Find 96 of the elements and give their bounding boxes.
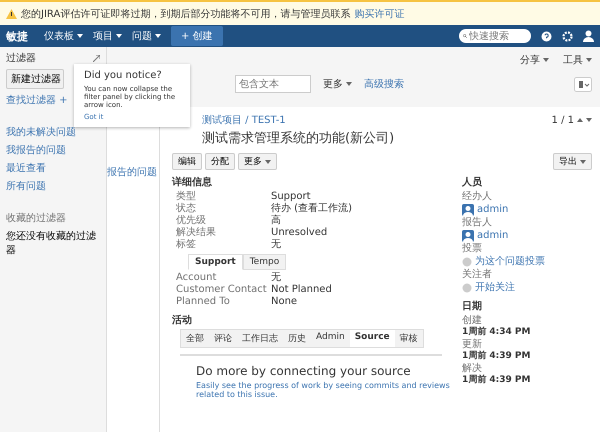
field-label: 经办人 [462,191,493,203]
app-logo[interactable]: 敏捷 [6,28,28,44]
filter-link[interactable]: 所有问题 [6,179,100,193]
breadcrumb-link[interactable]: 测试项目 / TEST-1 [202,113,286,127]
favorites-empty-text: 您还没有收藏的过滤器 [6,230,97,257]
create-button[interactable]: + 创建 [171,26,223,46]
activity-tab[interactable]: 审核 [394,330,423,347]
issue-list-link[interactable]: 报告的问题 [107,165,159,179]
vote-link[interactable]: 为这个问题投票 [475,256,545,268]
advanced-search-link[interactable]: 高级搜索 [364,77,404,91]
settings-icon[interactable] [562,30,573,42]
field-label: 创建 [462,315,483,326]
caret-icon [116,34,122,38]
edit-button[interactable]: 编辑 [172,153,202,170]
circle-icon [462,257,472,267]
field-value: 高 [271,215,282,227]
activity-tab[interactable]: 历史 [283,330,311,347]
field-label: 报告人 [462,217,493,229]
activity-tab[interactable]: 全部 [181,330,209,347]
previous-icon[interactable] [577,118,583,122]
section-title: 日期 [462,300,483,313]
activity-tab[interactable]: Admin [311,330,350,347]
assign-button[interactable]: 分配 [205,153,235,170]
quick-search-field[interactable]: 快速搜索 [459,29,531,43]
field-value: Support [271,191,312,202]
layout-button[interactable] [574,76,592,92]
export-button[interactable]: 导出 [553,153,592,170]
field-label: 类型 [176,191,197,202]
field-value: Unresolved [271,227,328,239]
popup-title: Did you notice? [84,70,163,81]
more-menu[interactable]: 更多 [323,77,352,91]
user-avatar-icon [462,230,474,242]
search-icon [463,32,467,40]
watch-link[interactable]: 开始关注 [475,282,515,294]
share-menu[interactable]: 分享 [520,53,549,67]
date-value: 1周前 4:39 PM [462,375,532,386]
field-label: 优先级 [176,215,207,226]
caret-icon [586,118,592,122]
activity-tab[interactable]: 评论 [209,330,237,347]
filter-link[interactable]: 我报告的问题 [6,143,100,157]
section-title: 人员 [462,176,483,189]
caret-icon [265,160,271,164]
issue-title: 测试需求管理系统的功能(新公司) [202,130,396,147]
field-label: 投票 [462,243,483,255]
assignee-link[interactable]: admin [477,204,508,216]
field-label: 解决结果 [176,227,217,238]
more-button[interactable]: 更多 [238,153,277,170]
help-icon[interactable] [541,30,552,42]
caret-icon [346,82,352,86]
circle-icon [462,283,472,293]
activity-tab[interactable]: 工作日志 [237,330,283,347]
field-tab[interactable]: Tempo [242,254,286,270]
caret-icon [543,58,549,62]
connect-heading: Do more by connecting your source [196,364,412,378]
favorites-title: 收藏的过滤器 [6,212,67,225]
field-label: Planned To [176,296,231,308]
filter-link[interactable]: 我的未解决问题 [6,125,100,139]
text-search-field[interactable]: 包含文本 [235,75,311,93]
nav-menu[interactable]: 问题 [132,29,161,43]
field-value: None [271,296,298,308]
nav-menu[interactable]: 项目 [93,29,122,43]
field-label: 更新 [462,339,483,350]
date-value: 1周前 4:34 PM [462,327,532,338]
field-value: 无 [271,239,282,251]
user-avatar-icon[interactable] [583,30,594,42]
caret-icon [586,58,592,62]
new-filter-button[interactable]: 新建过滤器 [6,69,64,89]
section-title: 详细信息 [172,175,213,189]
field-label: 标签 [176,239,197,251]
field-value: 待办 (查看工作流) [271,203,353,214]
nav-menu[interactable]: 仪表板 [44,29,83,43]
collapse-icon[interactable] [93,54,100,62]
field-label: 关注者 [462,269,493,281]
field-label: Customer Contact [176,284,268,296]
reporter-link[interactable]: admin [477,230,508,242]
filter-link[interactable]: 最近查看 [6,161,100,175]
field-label: 解决 [462,363,483,374]
date-value: 1周前 4:39 PM [462,351,532,362]
user-avatar-icon [462,204,474,216]
connect-text: Easily see the progress of work by seeing commits and reviews related to this issue. [196,381,450,399]
field-tab[interactable]: Support [188,254,243,270]
caret-icon [155,34,161,38]
activity-tab[interactable]: Source [350,330,395,347]
field-label: 状态 [176,203,197,214]
warning-icon [6,8,17,18]
issue-pager: 1 / 1 [552,114,574,126]
notice-text: 您的JIRA评估许可证即将过期，到期后部分功能将不可用，请与管理员联系 [21,8,350,20]
tools-menu[interactable]: 工具 [563,53,592,67]
license-link[interactable]: 购买许可证 [354,6,404,20]
field-value: Not Planned [271,284,333,296]
field-value: 无 [271,272,282,284]
caret-icon [580,160,586,164]
section-title: 活动 [172,314,193,327]
caret-icon [77,34,83,38]
sidebar-title: 过滤器 [6,52,36,65]
field-label: Account [176,272,218,284]
